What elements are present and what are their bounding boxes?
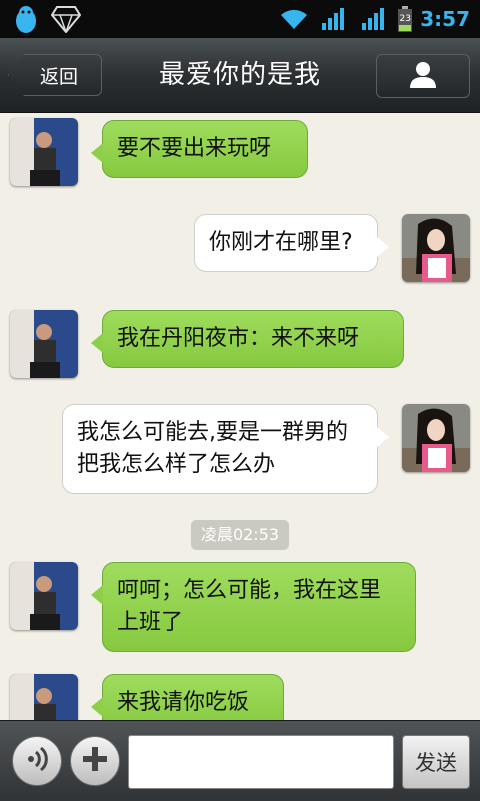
more-button[interactable] [70,736,120,786]
signal-icon [358,3,390,35]
back-button[interactable]: 返回 [8,54,102,96]
page-title: 最爱你的是我 [158,60,321,90]
message-bubble: 你刚才在哪里? [194,214,389,272]
message-bubble: 来我请你吃饭 [91,674,284,720]
battery-icon: 23 [398,6,413,32]
wifi-icon [278,3,310,35]
contact-avatar[interactable] [10,674,78,720]
contact-avatar[interactable] [10,562,78,630]
clock: 3:57 [420,7,470,31]
status-bar: 23 3:57 [0,0,480,38]
message-input[interactable] [128,735,394,789]
voice-icon [22,744,52,778]
message-bubble: 呵呵；怎么可能，我在这里上班了 [91,562,416,652]
message-bubble: 我怎么可能去,要是一群男的把我怎么样了怎么办 [62,404,389,494]
contact-avatar[interactable] [10,118,78,186]
input-bar: 发送 [0,720,480,801]
message-bubble: 我在丹阳夜市：来不来呀 [91,310,404,368]
battery-level: 23 [399,14,411,24]
chat-area[interactable]: 要不要出来玩呀 你刚才在哪里? 我在丹阳夜市：来不来呀 我怎么可能去,要是一群男… [0,112,480,720]
voice-button[interactable] [12,736,62,786]
qq-penguin-icon [10,3,42,35]
timestamp-badge: 凌晨02:53 [191,520,289,550]
self-avatar[interactable] [402,214,470,282]
message-bubble: 要不要出来玩呀 [91,120,308,178]
diamond-icon [50,3,82,35]
signal-icon [318,3,350,35]
profile-button[interactable] [376,54,470,98]
contact-avatar[interactable] [10,310,78,378]
plus-icon [80,744,110,778]
self-avatar[interactable] [402,404,470,472]
person-icon [408,59,438,93]
title-bar: 返回 最爱你的是我 [0,38,480,113]
send-button[interactable]: 发送 [402,735,470,789]
